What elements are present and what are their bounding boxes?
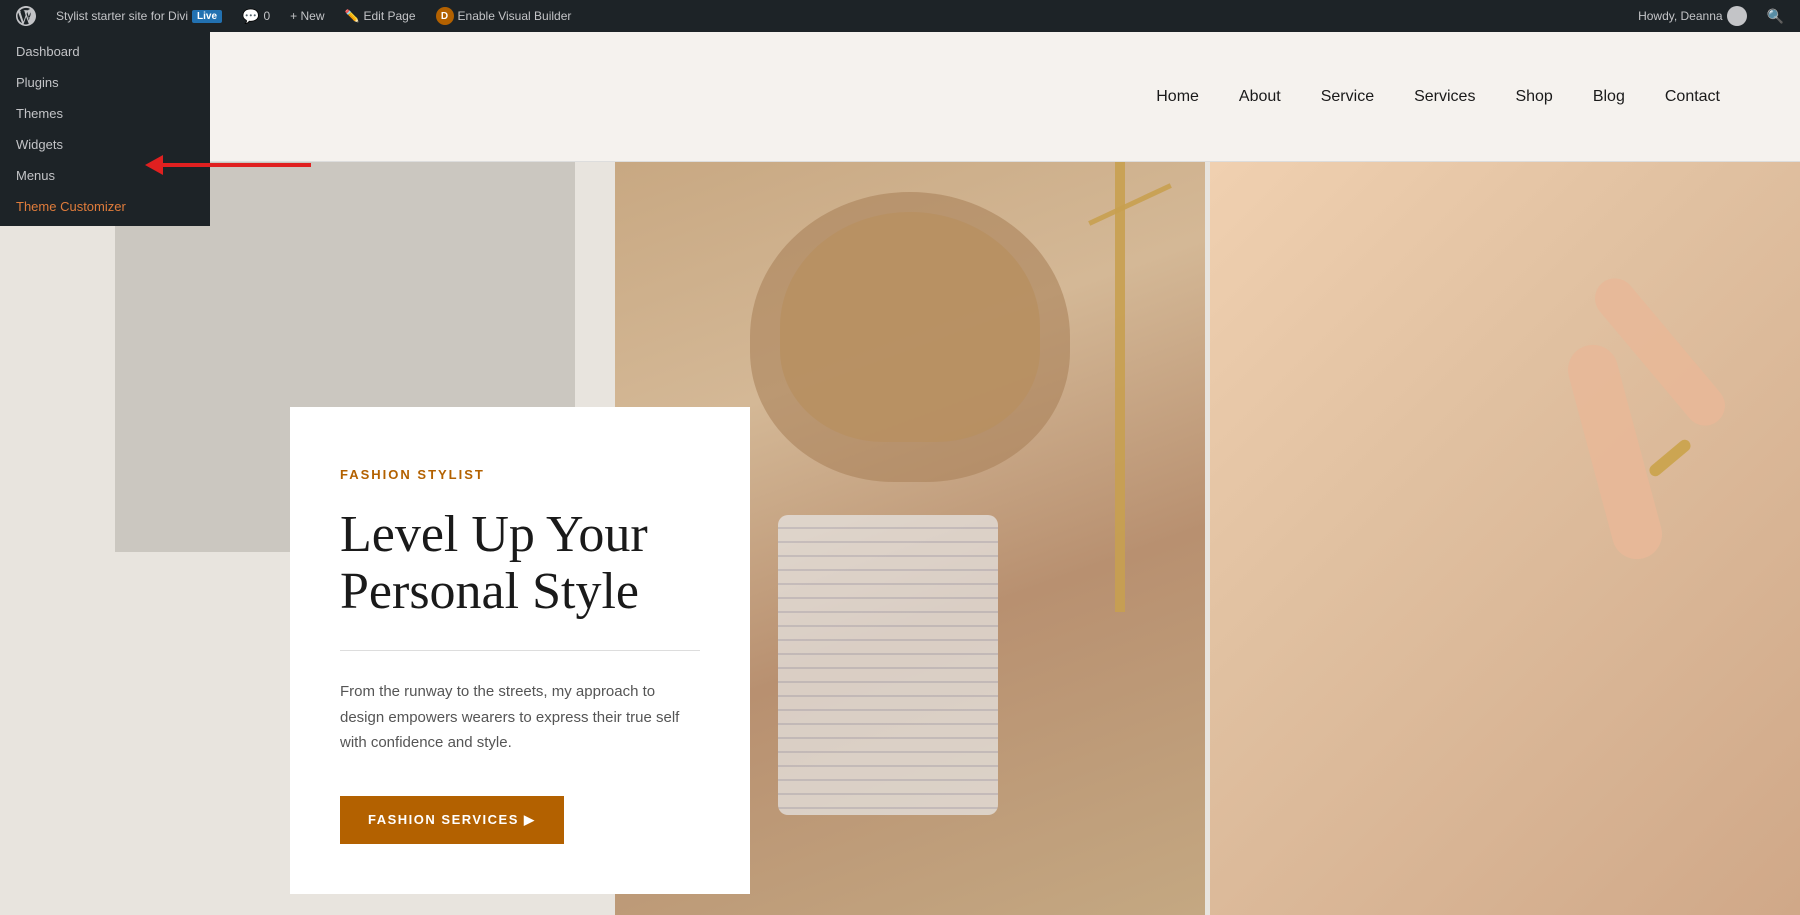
divi-icon-item[interactable]: D Enable Visual Builder (428, 0, 580, 32)
hero-section: FASHION STYLIST Level Up Your Personal S… (0, 162, 1800, 915)
site-name[interactable]: Stylist starter site for Divi Live (48, 0, 230, 32)
nav-services[interactable]: Services (1414, 88, 1475, 106)
search-item[interactable]: 🔍 (1759, 0, 1792, 32)
nav-about[interactable]: About (1239, 88, 1281, 106)
dropdown-dashboard[interactable]: Dashboard (0, 36, 210, 67)
howdy-item[interactable]: Howdy, Deanna (1630, 0, 1755, 32)
card-description: From the runway to the streets, my appro… (340, 679, 700, 756)
nav-service[interactable]: Service (1321, 88, 1374, 106)
nav-home[interactable]: Home (1156, 88, 1199, 106)
dropdown-plugins[interactable]: Plugins (0, 67, 210, 98)
site-nav: Home About Service Services Shop Blog Co… (1156, 88, 1720, 106)
new-item[interactable]: + New (282, 0, 332, 32)
card-divider (340, 650, 700, 651)
dropdown-themes[interactable]: Themes (0, 98, 210, 129)
search-icon: 🔍 (1767, 8, 1784, 25)
nav-contact[interactable]: Contact (1665, 88, 1720, 106)
dropdown-theme-customizer[interactable]: Theme Customizer (0, 191, 210, 222)
edit-page-item[interactable]: ✏️ Edit Page (337, 0, 424, 32)
nav-shop[interactable]: Shop (1515, 88, 1552, 106)
fashion-services-button[interactable]: FASHION SERVICES ▶ (340, 796, 564, 844)
arrow-annotation (145, 155, 311, 175)
nav-blog[interactable]: Blog (1593, 88, 1625, 106)
divi-logo: D (436, 7, 454, 25)
card-eyebrow: FASHION STYLIST (340, 467, 700, 482)
dropdown-menu: Dashboard Plugins Themes Widgets Menus T… (0, 32, 210, 226)
arrow-line (161, 163, 311, 167)
comments-item[interactable]: 💬 0 (234, 0, 278, 32)
person-image-right (1210, 162, 1800, 915)
avatar (1727, 6, 1747, 26)
live-badge: Live (192, 10, 222, 23)
wp-logo-item[interactable] (8, 0, 44, 32)
admin-bar: Stylist starter site for Divi Live 💬 0 +… (0, 0, 1800, 32)
hero-card: FASHION STYLIST Level Up Your Personal S… (290, 407, 750, 894)
card-title: Level Up Your Personal Style (340, 506, 700, 620)
site-header: D Home About Service Services Shop Blog … (0, 32, 1800, 162)
admin-right: Howdy, Deanna 🔍 (1630, 0, 1792, 32)
